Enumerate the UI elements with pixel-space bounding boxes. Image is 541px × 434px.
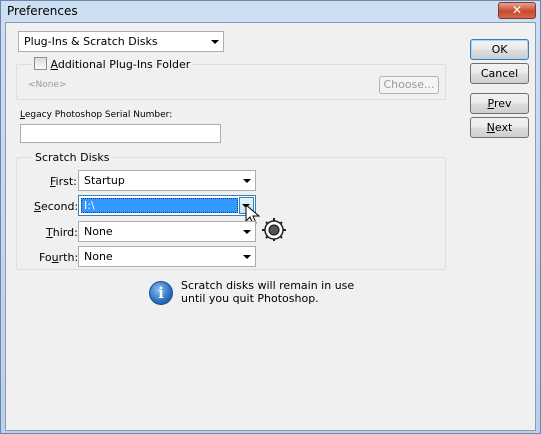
scratch-disks-group-label: Scratch Disks: [32, 151, 113, 164]
preferences-panel-select[interactable]: Plug-Ins & Scratch Disks: [18, 31, 224, 52]
info-icon: i: [149, 281, 173, 305]
close-button[interactable]: ✕: [498, 2, 536, 19]
scratch-third-label: Third:: [46, 226, 78, 239]
legacy-serial-input[interactable]: [20, 124, 221, 143]
prev-button[interactable]: Prev: [470, 93, 529, 114]
window-title: Preferences: [7, 4, 78, 18]
chevron-down-icon: [211, 40, 219, 44]
plugins-group-header: Additional Plug-Ins Folder: [32, 57, 193, 71]
panel-select-value: Plug-Ins & Scratch Disks: [24, 35, 158, 48]
scratch-second-select[interactable]: I:\: [78, 195, 256, 216]
additional-plugins-label: Additional Plug-Ins Folder: [50, 58, 191, 71]
additional-plugins-checkbox[interactable]: [34, 57, 47, 70]
choose-folder-button[interactable]: Choose...: [379, 76, 439, 94]
chevron-down-icon: [243, 230, 251, 234]
ok-button[interactable]: OK: [470, 39, 529, 60]
preferences-window: Preferences ✕ Plug-Ins & Scratch Disks A…: [0, 0, 541, 434]
dialog-client-area: Plug-Ins & Scratch Disks Additional Plug…: [5, 22, 536, 431]
scratch-info-line-1: Scratch disks will remain in use: [181, 279, 355, 292]
close-icon: ✕: [511, 3, 523, 17]
scratch-second-selection: [81, 198, 238, 213]
scratch-first-select[interactable]: Startup: [78, 170, 256, 191]
legacy-serial-label: Legacy Photoshop Serial Number:: [20, 110, 173, 120]
title-bar[interactable]: Preferences ✕: [1, 1, 540, 21]
next-button-label: Next: [486, 121, 513, 134]
scratch-info-line-2: until you quit Photoshop.: [181, 292, 319, 305]
scratch-second-label: Second:: [34, 200, 79, 213]
scratch-fourth-select[interactable]: None: [78, 246, 256, 267]
chevron-down-icon: [243, 255, 251, 259]
scratch-fourth-label: Fourth:: [39, 251, 79, 264]
cancel-button[interactable]: Cancel: [470, 63, 529, 84]
prev-button-label: Prev: [487, 97, 512, 110]
scratch-third-select[interactable]: None: [78, 221, 256, 242]
plugins-folder-path: <None>: [28, 80, 67, 90]
chevron-down-icon: [243, 179, 251, 183]
next-button[interactable]: Next: [470, 117, 529, 138]
scratch-first-label: First:: [50, 175, 77, 188]
